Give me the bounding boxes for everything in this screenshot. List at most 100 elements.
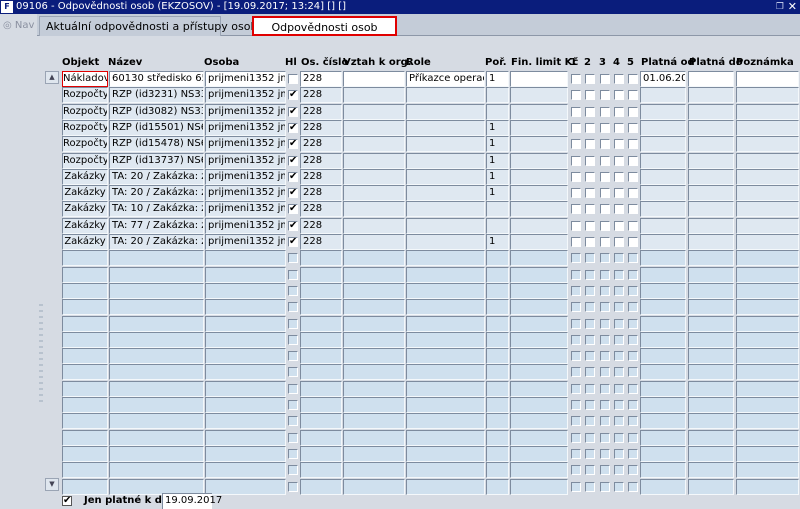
flag-2-checkbox[interactable] — [584, 416, 595, 427]
flag-2-checkbox[interactable] — [584, 318, 595, 329]
objekt-cell[interactable] — [62, 331, 108, 348]
role-cell[interactable] — [406, 413, 485, 430]
poznamka-cell[interactable] — [736, 397, 799, 413]
por-cell[interactable] — [486, 217, 509, 234]
role-cell[interactable] — [406, 234, 485, 250]
vztah-cell[interactable] — [343, 201, 405, 218]
osoba-cell[interactable]: prijmeni1352 jmeno1352 — [205, 185, 286, 202]
flag-4-checkbox[interactable] — [613, 171, 624, 182]
fin-limit-cell[interactable] — [510, 462, 568, 479]
flag-3-checkbox[interactable] — [599, 351, 610, 362]
flag-2-checkbox[interactable] — [584, 334, 595, 345]
column-header[interactable]: Poř. — [485, 57, 507, 68]
role-cell[interactable] — [406, 103, 485, 120]
objekt-cell[interactable] — [62, 348, 108, 365]
flag-2-checkbox[interactable] — [584, 237, 595, 247]
poznamka-cell[interactable] — [736, 217, 799, 234]
flag-1-checkbox[interactable] — [570, 334, 581, 345]
flag-1-checkbox[interactable] — [570, 302, 581, 313]
flag-3-checkbox[interactable] — [599, 269, 610, 280]
empty-row[interactable] — [62, 250, 800, 267]
osoba-cell[interactable] — [205, 348, 286, 365]
objekt-cell[interactable]: Rozpočty — [62, 119, 108, 136]
role-cell[interactable] — [406, 201, 485, 218]
hl-checkbox[interactable]: ✔ — [288, 106, 298, 117]
fin-limit-cell[interactable] — [510, 217, 568, 234]
flag-5-checkbox[interactable] — [627, 448, 638, 459]
objekt-cell[interactable]: Zakázky — [62, 217, 108, 234]
flag-5-checkbox[interactable] — [627, 334, 638, 345]
osoba-cell[interactable]: prijmeni1352 jmeno1352 — [205, 87, 286, 104]
platna-do-cell[interactable] — [688, 217, 734, 234]
role-cell[interactable] — [406, 299, 485, 316]
nazev-cell[interactable] — [109, 315, 204, 332]
flag-3-checkbox[interactable] — [599, 416, 610, 427]
por-cell[interactable] — [486, 429, 509, 446]
por-cell[interactable] — [486, 250, 509, 267]
objekt-cell[interactable]: Rozpočty — [62, 87, 108, 104]
role-cell[interactable] — [406, 136, 485, 153]
objekt-cell[interactable]: Zakázky — [62, 234, 108, 250]
flag-3-checkbox[interactable] — [599, 465, 610, 476]
flag-4-checkbox[interactable] — [613, 204, 624, 215]
flag-4-checkbox[interactable] — [613, 90, 624, 101]
flag-5-checkbox[interactable] — [627, 188, 638, 199]
empty-row[interactable] — [62, 445, 800, 462]
vztah-cell[interactable] — [343, 185, 405, 202]
column-header[interactable]: Název — [108, 57, 142, 68]
role-cell[interactable]: Příkazce operace — [406, 71, 485, 87]
flag-4-checkbox[interactable] — [613, 269, 624, 280]
por-cell[interactable] — [486, 445, 509, 462]
flag-5-checkbox[interactable] — [627, 220, 638, 231]
fin-limit-cell[interactable] — [510, 299, 568, 316]
flag-2-checkbox[interactable] — [584, 188, 595, 199]
role-cell[interactable] — [406, 462, 485, 479]
platna-do-cell[interactable] — [688, 445, 734, 462]
por-cell[interactable] — [486, 364, 509, 381]
osoba-cell[interactable] — [205, 429, 286, 446]
platna-do-cell[interactable] — [688, 299, 734, 316]
flag-5-checkbox[interactable] — [627, 155, 638, 166]
os-cislo-cell[interactable]: 228 — [300, 217, 342, 234]
por-cell[interactable]: 1 — [486, 152, 509, 169]
flag-5-checkbox[interactable] — [627, 400, 638, 410]
flag-5-checkbox[interactable] — [627, 351, 638, 362]
por-cell[interactable] — [486, 331, 509, 348]
nazev-cell[interactable]: TA: 10 / Zakázka: zakázka — [109, 201, 204, 218]
os-cislo-cell[interactable]: 228 — [300, 71, 342, 87]
poznamka-cell[interactable] — [736, 282, 799, 299]
flag-1-checkbox[interactable] — [570, 74, 581, 84]
vztah-cell[interactable] — [343, 136, 405, 153]
fin-limit-cell[interactable] — [510, 201, 568, 218]
poznamka-cell[interactable] — [736, 445, 799, 462]
por-cell[interactable] — [486, 299, 509, 316]
hl-checkbox[interactable] — [288, 351, 298, 362]
hl-checkbox[interactable] — [288, 318, 298, 329]
platna-do-cell[interactable] — [688, 266, 734, 283]
nazev-cell[interactable]: TA: 20 / Zakázka: zakázka — [109, 234, 204, 250]
fin-limit-cell[interactable] — [510, 103, 568, 120]
flag-4-checkbox[interactable] — [613, 432, 624, 443]
objekt-cell[interactable]: Zakázky — [62, 201, 108, 218]
platna-od-cell[interactable] — [640, 201, 686, 218]
flag-2-checkbox[interactable] — [584, 74, 595, 84]
flag-4-checkbox[interactable] — [613, 139, 624, 150]
fin-limit-cell[interactable] — [510, 71, 568, 87]
empty-row[interactable] — [62, 282, 800, 299]
flag-1-checkbox[interactable] — [570, 90, 581, 101]
platna-od-cell[interactable] — [640, 119, 686, 136]
osoba-cell[interactable] — [205, 266, 286, 283]
flag-1-checkbox[interactable] — [570, 367, 581, 378]
nazev-cell[interactable]: TA: 20 / Zakázka: zakázka — [109, 168, 204, 185]
flag-3-checkbox[interactable] — [599, 171, 610, 182]
poznamka-cell[interactable] — [736, 234, 799, 250]
poznamka-cell[interactable] — [736, 119, 799, 136]
flag-4-checkbox[interactable] — [613, 383, 624, 394]
platna-od-cell[interactable] — [640, 397, 686, 413]
flag-5-checkbox[interactable] — [627, 416, 638, 427]
nazev-cell[interactable] — [109, 445, 204, 462]
flag-1-checkbox[interactable] — [570, 465, 581, 476]
flag-2-checkbox[interactable] — [584, 171, 595, 182]
osoba-cell[interactable] — [205, 331, 286, 348]
flag-5-checkbox[interactable] — [627, 139, 638, 150]
